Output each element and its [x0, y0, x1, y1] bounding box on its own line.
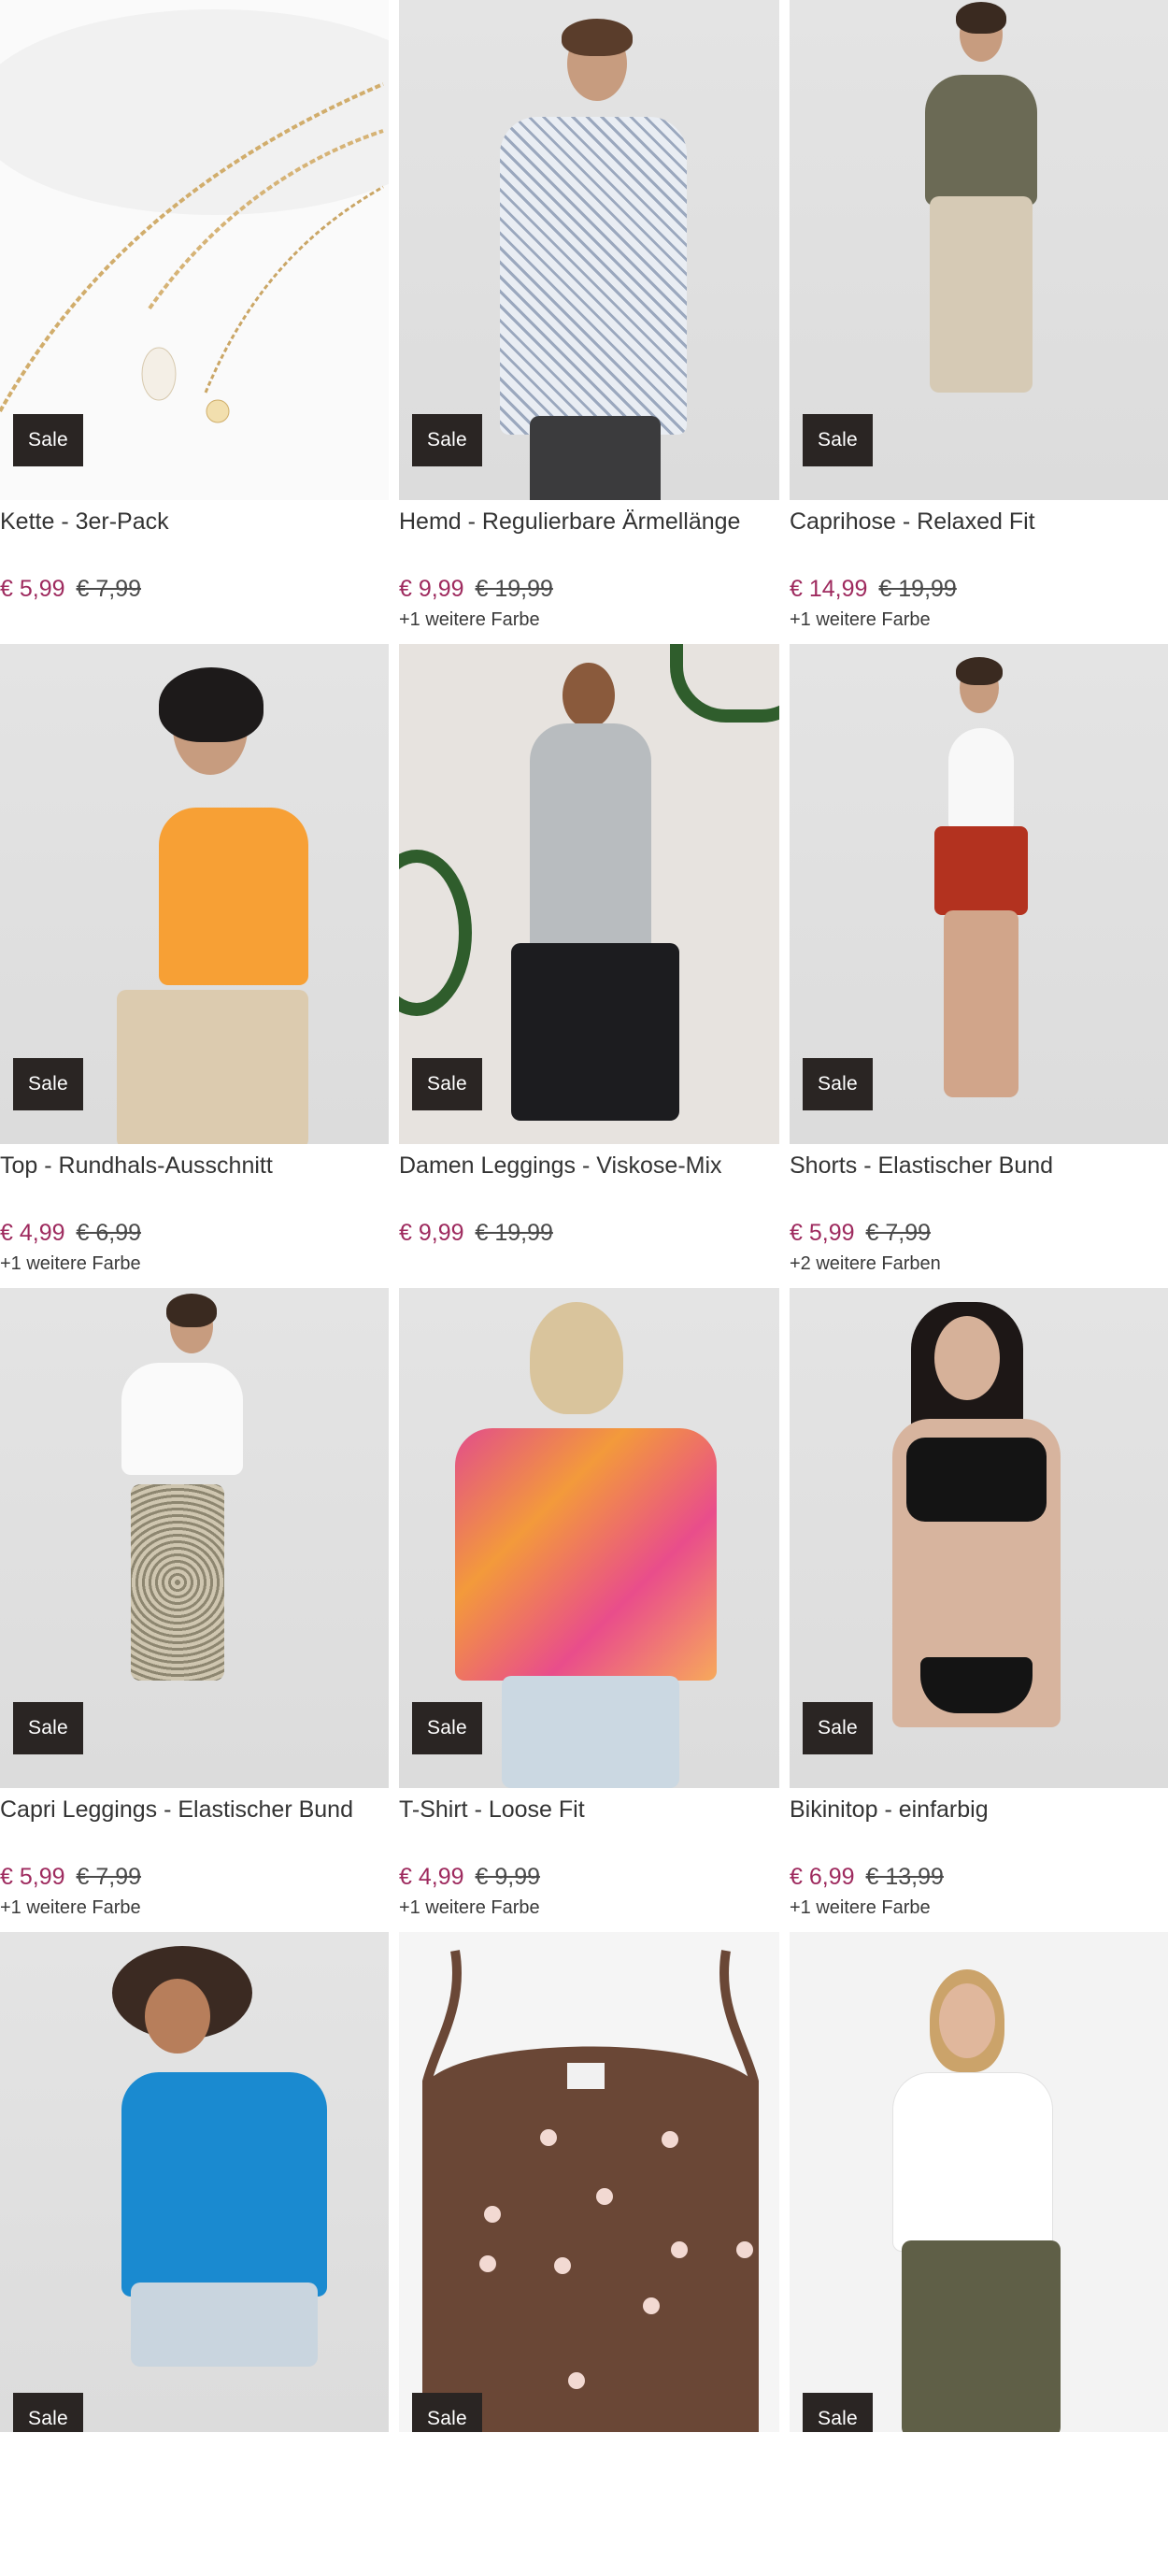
product-image[interactable]: Sale — [399, 1932, 779, 2432]
product-image[interactable]: Sale — [0, 1932, 389, 2432]
sale-badge: Sale — [412, 2393, 482, 2432]
product-image[interactable]: Sale — [790, 644, 1168, 1144]
sale-badge: Sale — [803, 2393, 873, 2432]
sale-price: € 6,99 — [790, 1864, 855, 1890]
product-card[interactable]: Sale Caprihose - Relaxed Fit € 14,99 € 19… — [779, 0, 1168, 644]
product-title[interactable]: Capri Leggings - Elastischer Bund — [0, 1796, 389, 1827]
product-card[interactable]: Sale T-Shirt - Loose Fit € 4,99 € 9,99 +1… — [389, 1288, 779, 1932]
price-row: € 6,99 € 13,99 — [790, 1863, 1168, 1891]
product-title[interactable]: Shorts - Elastischer Bund — [790, 1152, 1168, 1183]
sale-badge: Sale — [803, 414, 873, 466]
sale-price: € 14,99 — [790, 576, 868, 602]
more-colors-label — [0, 608, 389, 631]
price-row: € 5,99 € 7,99 — [0, 1863, 389, 1891]
sale-price: € 5,99 — [0, 1864, 65, 1890]
product-title[interactable]: Top - Rundhals-Ausschnitt — [0, 1152, 389, 1183]
product-card[interactable]: Sale Kette - 3er-Pack € 5,99 € 7,99 — [0, 0, 389, 644]
sale-price: € 9,99 — [399, 1220, 464, 1246]
product-image[interactable]: Sale — [0, 0, 389, 500]
sale-price: € 5,99 — [0, 576, 65, 602]
more-colors-label: +1 weitere Farbe — [399, 609, 540, 630]
sale-badge: Sale — [13, 1058, 83, 1110]
product-title[interactable]: Kette - 3er-Pack — [0, 508, 389, 539]
sale-badge: Sale — [412, 1058, 482, 1110]
original-price: € 13,99 — [865, 1864, 944, 1890]
sale-price: € 5,99 — [790, 1220, 855, 1246]
product-card[interactable]: Sale — [389, 1932, 779, 2576]
original-price: € 19,99 — [878, 576, 957, 602]
product-card[interactable]: Sale Damen Leggings - Viskose-Mix € 9,99… — [389, 644, 779, 1288]
product-card[interactable]: Sale Shorts - Elastischer Bund € 5,99 € 7… — [779, 644, 1168, 1288]
original-price: € 7,99 — [865, 1220, 932, 1246]
product-title[interactable]: Caprihose - Relaxed Fit — [790, 508, 1168, 539]
original-price: € 9,99 — [475, 1864, 541, 1890]
product-card[interactable]: Sale Hemd - Regulierbare Ärmellänge € 9,… — [389, 0, 779, 644]
product-card[interactable]: Sale — [779, 1932, 1168, 2576]
sale-badge: Sale — [412, 1702, 482, 1754]
sale-badge: Sale — [803, 1058, 873, 1110]
more-colors-label: +2 weitere Farben — [790, 1253, 941, 1274]
sale-badge: Sale — [13, 1702, 83, 1754]
sale-badge: Sale — [13, 414, 83, 466]
original-price: € 19,99 — [475, 1220, 553, 1246]
more-colors-label — [399, 1252, 779, 1275]
price-row: € 5,99 € 7,99 — [790, 1219, 1168, 1247]
price-row: € 4,99 € 9,99 — [399, 1863, 779, 1891]
product-image[interactable]: Sale — [0, 1288, 389, 1788]
product-image[interactable]: Sale — [0, 644, 389, 1144]
product-image[interactable]: Sale — [399, 0, 779, 500]
price-row: € 9,99 € 19,99 — [399, 1219, 779, 1247]
product-image[interactable]: Sale — [790, 0, 1168, 500]
product-card[interactable]: Sale Bikinitop - einfarbig € 6,99 € 13,99… — [779, 1288, 1168, 1932]
product-title[interactable]: Hemd - Regulierbare Ärmellänge — [399, 508, 779, 539]
sale-badge: Sale — [13, 2393, 83, 2432]
original-price: € 19,99 — [475, 576, 553, 602]
product-card[interactable]: Sale — [0, 1932, 389, 2576]
product-title[interactable]: Damen Leggings - Viskose-Mix — [399, 1152, 779, 1183]
original-price: € 6,99 — [76, 1220, 142, 1246]
product-image[interactable]: Sale — [399, 1288, 779, 1788]
more-colors-label: +1 weitere Farbe — [0, 1253, 141, 1274]
more-colors-label: +1 weitere Farbe — [790, 609, 931, 630]
sale-price: € 4,99 — [0, 1220, 65, 1246]
product-card[interactable]: Sale Capri Leggings - Elastischer Bund €… — [0, 1288, 389, 1932]
product-title[interactable]: Bikinitop - einfarbig — [790, 1796, 1168, 1827]
product-image[interactable]: Sale — [790, 1932, 1168, 2432]
price-row: € 5,99 € 7,99 — [0, 575, 389, 603]
sale-price: € 9,99 — [399, 576, 464, 602]
product-title[interactable]: T-Shirt - Loose Fit — [399, 1796, 779, 1827]
sale-price: € 4,99 — [399, 1864, 464, 1890]
product-card[interactable]: Sale Top - Rundhals-Ausschnitt € 4,99 € 6… — [0, 644, 389, 1288]
sale-badge: Sale — [803, 1702, 873, 1754]
more-colors-label: +1 weitere Farbe — [790, 1897, 931, 1918]
original-price: € 7,99 — [76, 576, 142, 602]
more-colors-label: +1 weitere Farbe — [399, 1897, 540, 1918]
sale-badge: Sale — [412, 414, 482, 466]
product-image[interactable]: Sale — [790, 1288, 1168, 1788]
price-row: € 4,99 € 6,99 — [0, 1219, 389, 1247]
original-price: € 7,99 — [76, 1864, 142, 1890]
price-row: € 14,99 € 19,99 — [790, 575, 1168, 603]
more-colors-label: +1 weitere Farbe — [0, 1897, 141, 1918]
product-grid: Sale Kette - 3er-Pack € 5,99 € 7,99 Sale … — [0, 0, 1168, 2576]
price-row: € 9,99 € 19,99 — [399, 575, 779, 603]
product-image[interactable]: Sale — [399, 644, 779, 1144]
